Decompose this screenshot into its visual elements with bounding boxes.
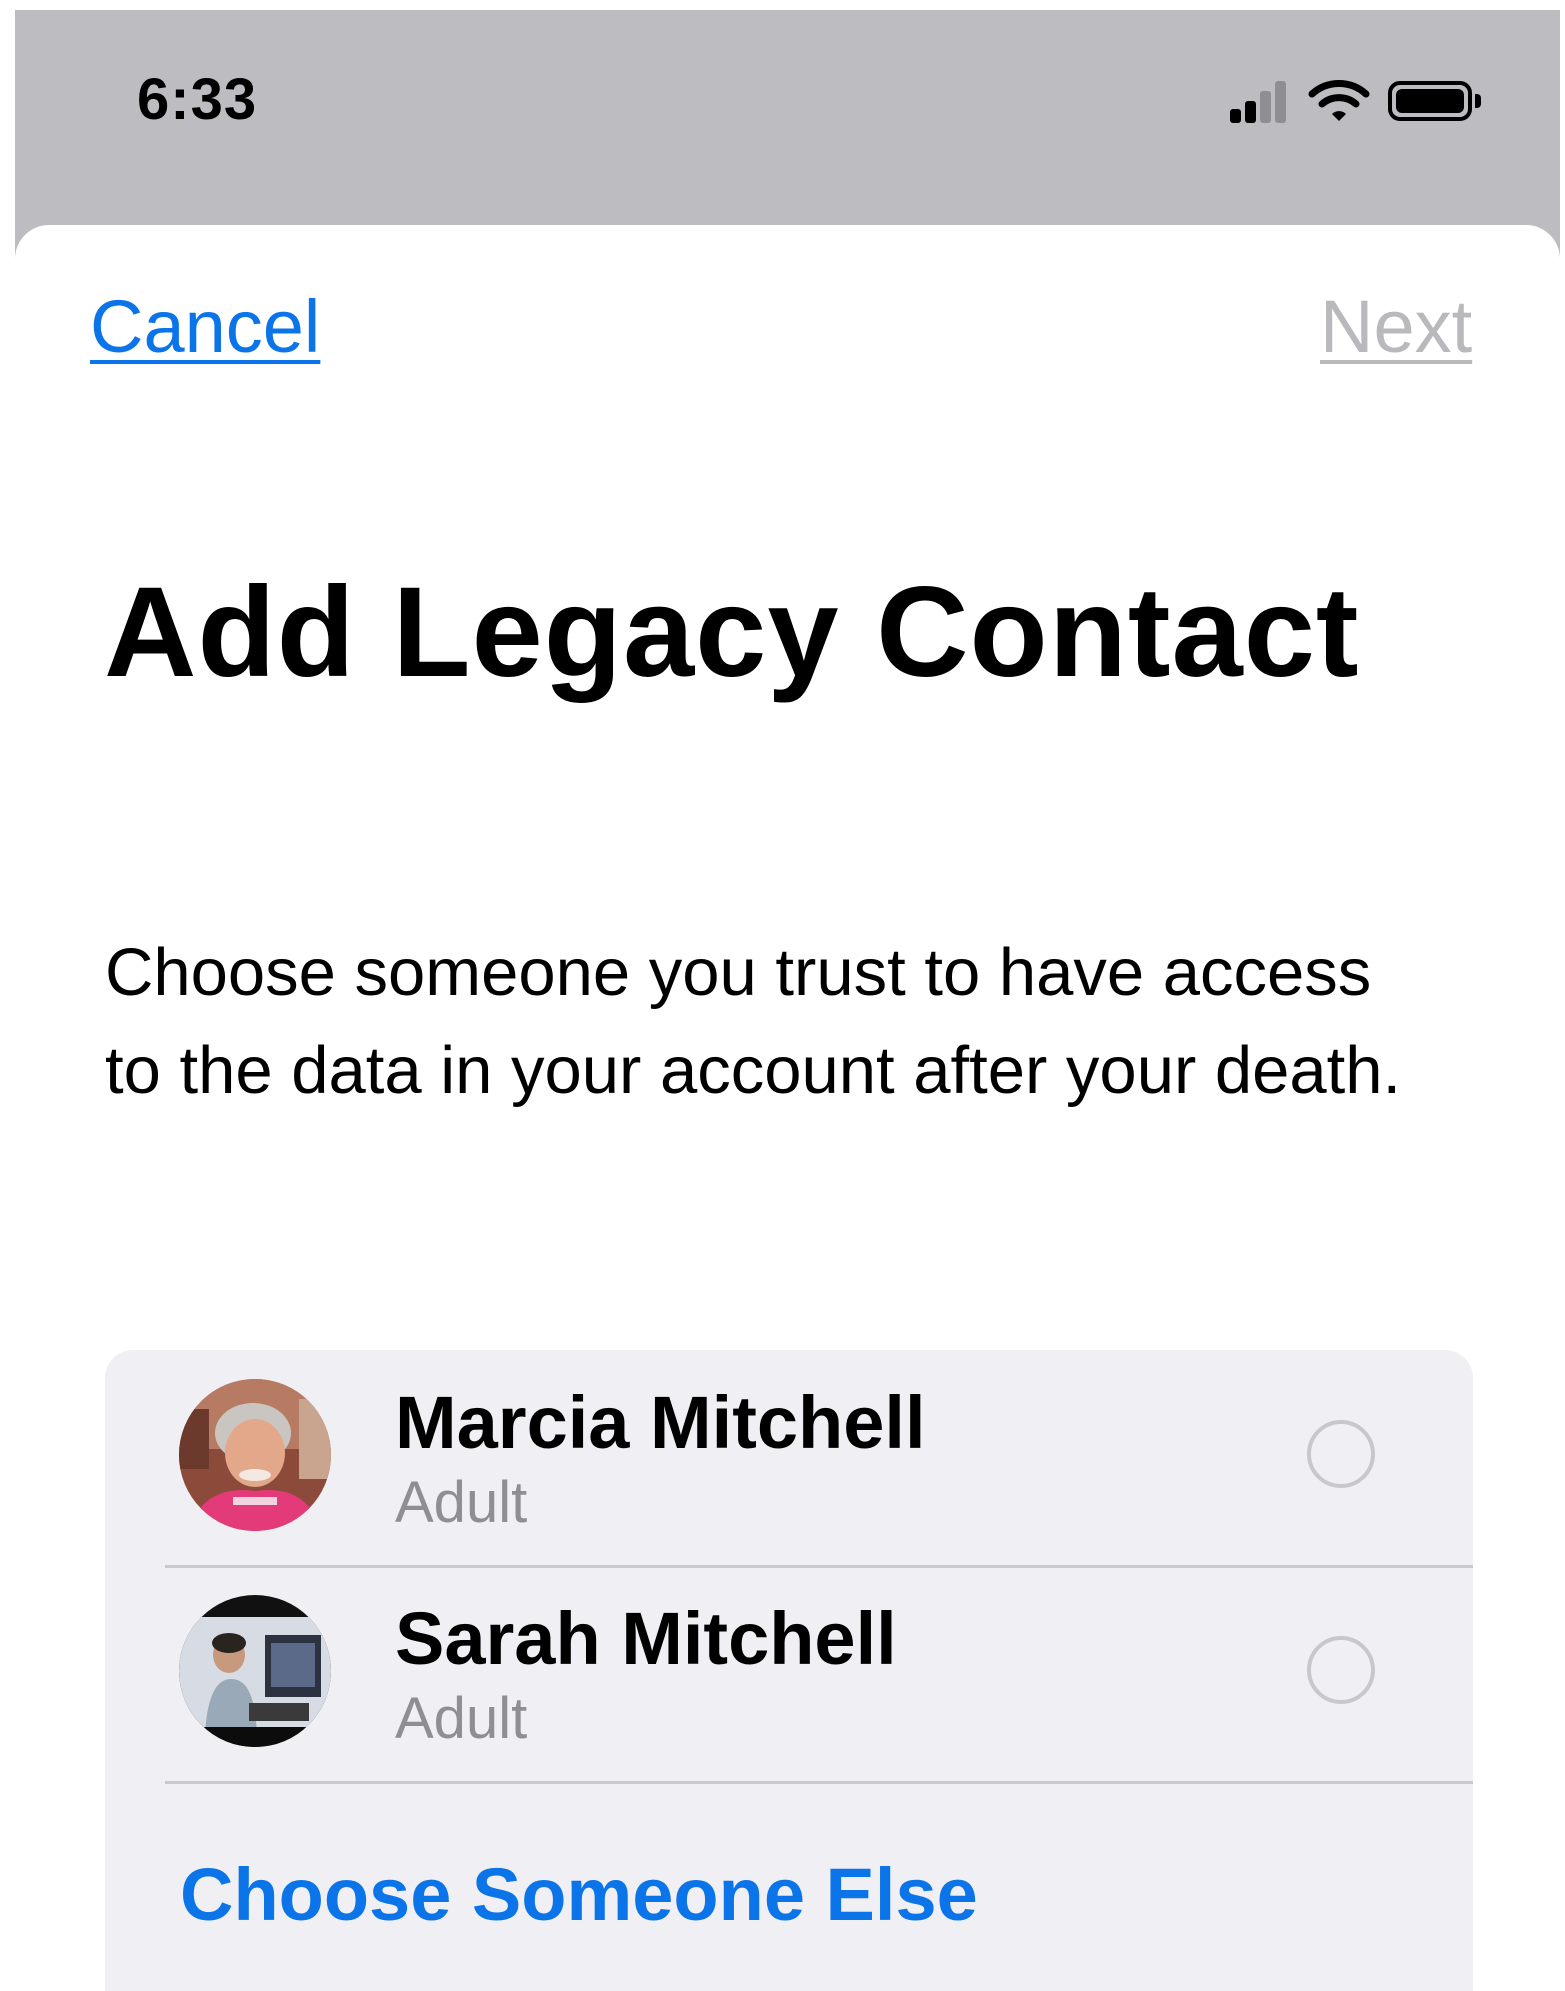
contact-row-sarah-mitchell[interactable]: Sarah Mitchell Adult — [105, 1566, 1473, 1782]
cellular-signal-icon — [1230, 79, 1286, 123]
contact-name: Sarah Mitchell — [395, 1597, 897, 1680]
page-title: Add Legacy Contact — [104, 561, 1360, 704]
avatar — [179, 1595, 331, 1747]
page-description: Choose someone you trust to have access … — [105, 935, 1402, 1108]
status-time: 6:33 — [137, 67, 258, 132]
screen: 6:33 Cancel Next Add Legacy Contact Choo… — [0, 0, 1565, 1991]
contact-role: Adult — [395, 1470, 528, 1535]
battery-icon — [1388, 81, 1481, 121]
choose-someone-else-button[interactable]: Choose Someone Else — [180, 1850, 978, 1940]
contact-photo-icon — [179, 1379, 331, 1531]
avatar — [179, 1379, 331, 1531]
contact-row-marcia-mitchell[interactable]: Marcia Mitchell Adult — [105, 1350, 1473, 1566]
wifi-icon — [1308, 80, 1370, 121]
contact-role: Adult — [395, 1686, 528, 1751]
next-button[interactable]: Next — [1320, 283, 1472, 371]
contact-name: Marcia Mitchell — [395, 1381, 926, 1464]
status-icons — [1230, 76, 1481, 126]
contact-photo-icon — [179, 1595, 331, 1747]
cancel-button[interactable]: Cancel — [90, 283, 320, 371]
contact-list-card: Marcia Mitchell Adult Sarah Mitchell Adu… — [105, 1350, 1473, 1991]
select-radio-button[interactable] — [1307, 1636, 1375, 1704]
row-divider — [165, 1781, 1473, 1784]
select-radio-button[interactable] — [1307, 1420, 1375, 1488]
